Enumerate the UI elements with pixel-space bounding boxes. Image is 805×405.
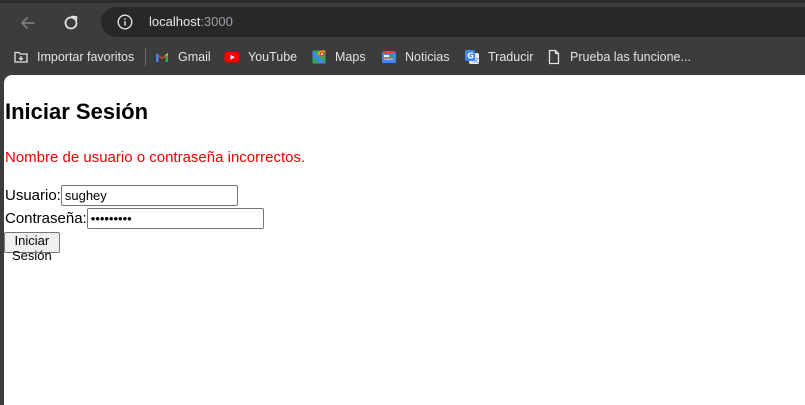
youtube-icon	[224, 49, 240, 65]
reload-button[interactable]	[57, 9, 85, 37]
page-title: Iniciar Sesión	[5, 99, 149, 124]
bookmark-label: Noticias	[405, 50, 450, 64]
bookmark-import-favorites[interactable]: Importar favoritos	[13, 48, 134, 66]
bookmark-youtube[interactable]: YouTube	[224, 48, 297, 66]
site-info-icon[interactable]	[117, 14, 133, 30]
maps-icon	[311, 49, 327, 65]
page-icon	[546, 49, 562, 65]
bookmark-label: Maps	[335, 50, 366, 64]
browser-toolbar: localhost:3000	[0, 3, 805, 41]
import-bookmarks-icon	[13, 49, 29, 65]
url-port: :3000	[200, 14, 233, 29]
url-host: localhost	[149, 14, 201, 29]
bookmark-label: Traducir	[488, 50, 534, 64]
bookmark-label: Importar favoritos	[37, 50, 135, 64]
gmail-icon	[154, 49, 170, 65]
password-row: Contraseña:	[5, 208, 264, 229]
username-row: Usuario:	[5, 185, 238, 206]
username-label: Usuario:	[5, 186, 61, 204]
bookmark-label: YouTube	[248, 50, 298, 64]
page-viewport: Iniciar Sesión Nombre de usuario o contr…	[4, 75, 805, 405]
bookmark-label: Prueba las funcione...	[570, 50, 691, 64]
address-bar[interactable]: localhost:3000	[101, 7, 805, 37]
login-submit-button[interactable]: Iniciar Sesión	[4, 232, 60, 263]
back-arrow-icon	[21, 17, 35, 29]
back-button[interactable]	[14, 9, 42, 37]
bookmarks-bar: Importar favoritos Gmail YouTube Maps No…	[0, 41, 805, 74]
url-text[interactable]: localhost:3000	[149, 13, 233, 31]
bookmark-gmail[interactable]: Gmail	[154, 48, 211, 66]
translate-icon: G文	[464, 49, 480, 65]
password-label: Contraseña:	[5, 209, 87, 227]
error-message: Nombre de usuario o contraseña incorrect…	[5, 149, 306, 166]
password-input[interactable]	[86, 208, 264, 229]
svg-text:文: 文	[473, 57, 479, 65]
bookmark-news[interactable]: Noticias	[381, 48, 449, 66]
reload-icon	[64, 15, 78, 30]
username-input[interactable]	[60, 185, 238, 206]
bookmark-try-features[interactable]: Prueba las funcione...	[546, 48, 691, 66]
bookmark-translate[interactable]: G文 Traducir	[464, 48, 533, 66]
bookmark-maps[interactable]: Maps	[311, 48, 366, 66]
bookmark-label: Gmail	[178, 50, 211, 64]
bookmarks-separator	[145, 48, 146, 66]
news-icon	[381, 49, 397, 65]
